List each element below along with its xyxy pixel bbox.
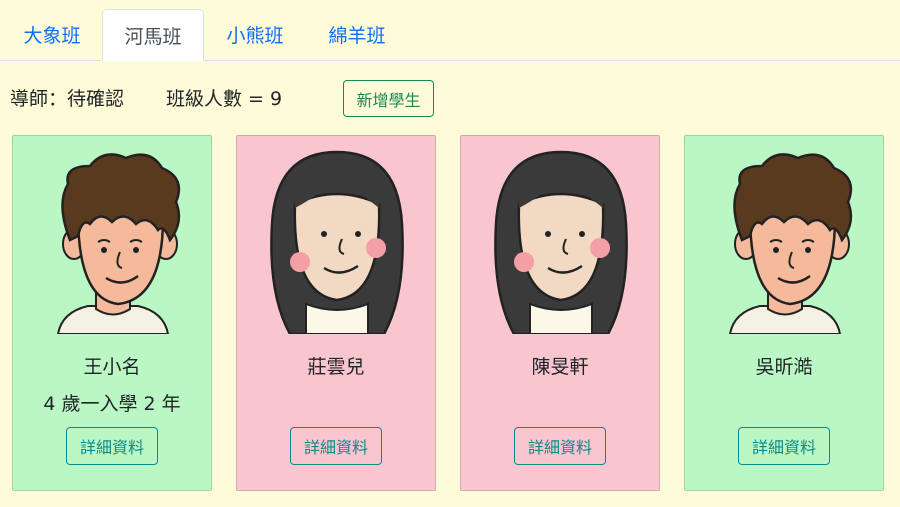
detail-button[interactable]: 詳細資料	[514, 427, 606, 465]
tab-hippo-class[interactable]: 河馬班	[102, 9, 204, 61]
student-name: 王小名	[83, 356, 141, 378]
teacher-label: 導師：待確認	[10, 88, 125, 110]
student-name: 陳旻軒	[531, 356, 589, 378]
girl-avatar-icon	[270, 150, 404, 334]
tab-elephant-class[interactable]: 大象班	[7, 9, 97, 59]
detail-button[interactable]: 詳細資料	[738, 427, 830, 465]
add-student-button[interactable]: 新增學生	[343, 80, 434, 117]
detail-button[interactable]: 詳細資料	[66, 427, 158, 465]
detail-button[interactable]: 詳細資料	[290, 427, 382, 465]
boy-avatar-icon	[728, 153, 853, 334]
student-card: 莊雲兒 詳細資料	[236, 135, 436, 491]
student-age: 4 歲一入學 2 年	[43, 393, 181, 415]
student-name: 莊雲兒	[307, 356, 365, 378]
student-card: 王小名 4 歲一入學 2 年 詳細資料	[12, 135, 212, 491]
student-count: 班級人數 = 9	[166, 88, 283, 110]
student-card: 吳昕澔 詳細資料	[684, 135, 884, 491]
student-card: 陳旻軒 詳細資料	[460, 135, 660, 491]
tab-sheep-class[interactable]: 綿羊班	[312, 9, 402, 59]
class-tabs: 大象班 河馬班 小熊班 綿羊班	[0, 0, 900, 61]
girl-avatar-icon	[494, 150, 628, 334]
boy-avatar-icon	[56, 153, 181, 334]
student-name: 吳昕澔	[755, 356, 813, 378]
tab-bear-class[interactable]: 小熊班	[210, 9, 300, 59]
